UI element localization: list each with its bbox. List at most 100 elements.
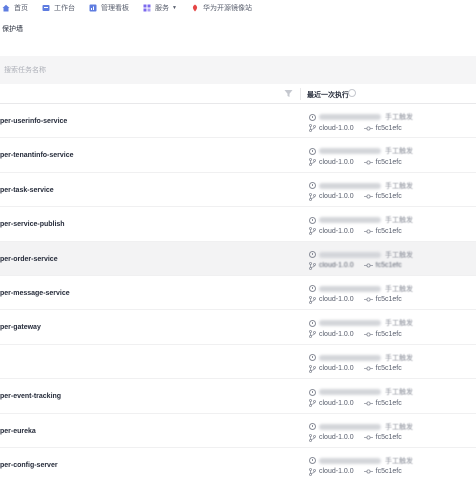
nav-dashboard[interactable]: 管理看板 xyxy=(89,0,129,16)
branch-icon xyxy=(309,227,316,236)
execution-trigger: 手工触发 xyxy=(309,387,413,397)
table-row[interactable]: per-task-service 手工触发 cloud-1.0.0 fc5c1e… xyxy=(0,172,476,208)
service-name[interactable]: per-userinfo-service xyxy=(0,118,67,125)
nav-mirror-site[interactable]: 华为开源镜像站 xyxy=(191,0,252,16)
clock-icon xyxy=(309,182,316,190)
clock-icon xyxy=(309,285,316,293)
trigger-type: 手工触发 xyxy=(385,423,413,431)
search-input[interactable] xyxy=(0,62,476,78)
service-name[interactable]: per-config-server xyxy=(0,462,58,469)
commit-id[interactable]: fc5c1efc xyxy=(376,296,402,303)
commit-id[interactable]: fc5c1efc xyxy=(376,193,402,200)
branch-name: cloud-1.0.0 xyxy=(319,124,354,132)
clock-icon xyxy=(309,319,316,327)
table-row[interactable]: per-userinfo-service 手工触发 cloud-1.0.0 fc… xyxy=(0,104,476,139)
redacted-user xyxy=(319,217,381,224)
execution-trigger: 手工触发 xyxy=(309,112,413,122)
execution-source: cloud-1.0.0 fc5c1efc xyxy=(309,330,402,339)
execution-trigger: 手工触发 xyxy=(309,318,413,328)
service-name[interactable]: per-event-tracking xyxy=(0,393,61,400)
commit-id[interactable]: fc5c1efc xyxy=(376,365,402,372)
mirror-icon xyxy=(191,4,199,12)
trigger-type: 手工触发 xyxy=(385,148,413,156)
execution-source: cloud-1.0.0 fc5c1efc xyxy=(309,227,402,236)
table-row[interactable]: per-config-server 手工触发 cloud-1.0.0 fc5c1… xyxy=(0,447,476,477)
table-header: 最近一次执行 xyxy=(0,84,476,104)
branch-icon xyxy=(309,433,316,442)
commit-id[interactable]: fc5c1efc xyxy=(376,125,402,132)
branch-name: cloud-1.0.0 xyxy=(319,296,354,304)
nav-home-label: 首页 xyxy=(14,5,28,12)
redacted-user xyxy=(319,389,381,396)
commit-id[interactable]: fc5c1efc xyxy=(376,331,402,338)
branch-name: cloud-1.0.0 xyxy=(319,365,354,373)
table-row[interactable]: per-event-tracking 手工触发 cloud-1.0.0 fc5c… xyxy=(0,379,476,414)
execution-trigger: 手工触发 xyxy=(309,250,413,260)
branch-icon xyxy=(309,158,316,167)
nav-workbench-label: 工作台 xyxy=(54,5,75,12)
execution-source: cloud-1.0.0 fc5c1efc xyxy=(309,364,402,373)
chevron-down-icon: ▼ xyxy=(172,5,177,11)
execution-trigger: 手工触发 xyxy=(309,146,413,156)
top-navigation: 首页 工作台 管理看板 服务 ▼ 华为开源镜像站 xyxy=(0,0,476,16)
commit-id[interactable]: fc5c1efc xyxy=(376,159,402,166)
commit-id[interactable]: fc5c1efc xyxy=(376,262,402,269)
table-row[interactable]: per-gateway 手工触发 cloud-1.0.0 fc5c1efc xyxy=(0,310,476,345)
commit-id[interactable]: fc5c1efc xyxy=(376,228,402,235)
redacted-user xyxy=(319,251,381,258)
nav-workbench[interactable]: 工作台 xyxy=(42,0,75,16)
redacted-user xyxy=(319,354,381,361)
branch-icon xyxy=(309,330,316,339)
branch-name: cloud-1.0.0 xyxy=(319,227,354,235)
service-name[interactable]: per-gateway xyxy=(0,324,41,331)
commit-id[interactable]: fc5c1efc xyxy=(376,434,402,441)
table-row[interactable]: per-message-service 手工触发 cloud-1.0.0 fc5… xyxy=(0,275,476,311)
execution-source: cloud-1.0.0 fc5c1efc xyxy=(309,158,402,167)
trigger-type: 手工触发 xyxy=(385,354,413,362)
table-row[interactable]: per-eureka 手工触发 cloud-1.0.0 fc5c1efc xyxy=(0,413,476,448)
execution-source: cloud-1.0.0 fc5c1efc xyxy=(309,192,402,201)
redacted-user xyxy=(319,182,381,189)
branch-name: cloud-1.0.0 xyxy=(319,193,354,201)
column-title-last-execution: 最近一次执行 xyxy=(307,92,349,99)
table-row[interactable]: 手工触发 cloud-1.0.0 fc5c1efc xyxy=(0,344,476,380)
commit-icon xyxy=(363,435,373,440)
redacted-user xyxy=(319,148,381,155)
table-row[interactable]: per-order-service 手工触发 cloud-1.0.0 fc5c1… xyxy=(0,241,476,276)
branch-icon xyxy=(309,124,316,132)
help-icon[interactable] xyxy=(348,89,356,97)
commit-icon xyxy=(363,263,373,268)
execution-trigger: 手工触发 xyxy=(309,353,413,363)
nav-services-label: 服务 xyxy=(155,5,169,12)
service-name[interactable]: per-order-service xyxy=(0,256,58,263)
trigger-type: 手工触发 xyxy=(385,457,413,465)
table-row[interactable]: per-service-publish 手工触发 cloud-1.0.0 fc5… xyxy=(0,207,476,242)
nav-services[interactable]: 服务 ▼ xyxy=(143,0,177,16)
execution-source: cloud-1.0.0 fc5c1efc xyxy=(309,433,402,442)
dashboard-icon xyxy=(89,4,97,12)
clock-icon xyxy=(309,354,316,362)
filter-icon[interactable] xyxy=(284,89,293,98)
execution-trigger: 手工触发 xyxy=(309,422,413,432)
service-name[interactable]: per-task-service xyxy=(0,187,54,194)
commit-id[interactable]: fc5c1efc xyxy=(376,400,402,407)
branch-icon xyxy=(309,399,316,408)
commit-icon xyxy=(363,194,373,199)
execution-trigger: 手工触发 xyxy=(309,456,413,466)
branch-icon xyxy=(309,261,316,270)
trigger-type: 手工触发 xyxy=(385,114,413,121)
execution-source: cloud-1.0.0 fc5c1efc xyxy=(309,399,402,408)
commit-id[interactable]: fc5c1efc xyxy=(376,468,402,475)
branch-icon xyxy=(309,364,316,373)
service-name[interactable]: per-tenantinfo-service xyxy=(0,152,74,159)
trigger-type: 手工触发 xyxy=(385,251,413,259)
service-name[interactable]: per-service-publish xyxy=(0,221,65,228)
commit-icon xyxy=(363,160,373,165)
service-name[interactable]: per-message-service xyxy=(0,290,70,297)
branch-icon xyxy=(309,468,316,476)
service-name[interactable]: per-eureka xyxy=(0,428,36,435)
table-row[interactable]: per-tenantinfo-service 手工触发 cloud-1.0.0 … xyxy=(0,138,476,173)
pipeline-table: per-userinfo-service 手工触发 cloud-1.0.0 fc… xyxy=(0,104,476,477)
execution-trigger: 手工触发 xyxy=(309,215,413,225)
nav-home[interactable]: 首页 xyxy=(2,0,28,16)
